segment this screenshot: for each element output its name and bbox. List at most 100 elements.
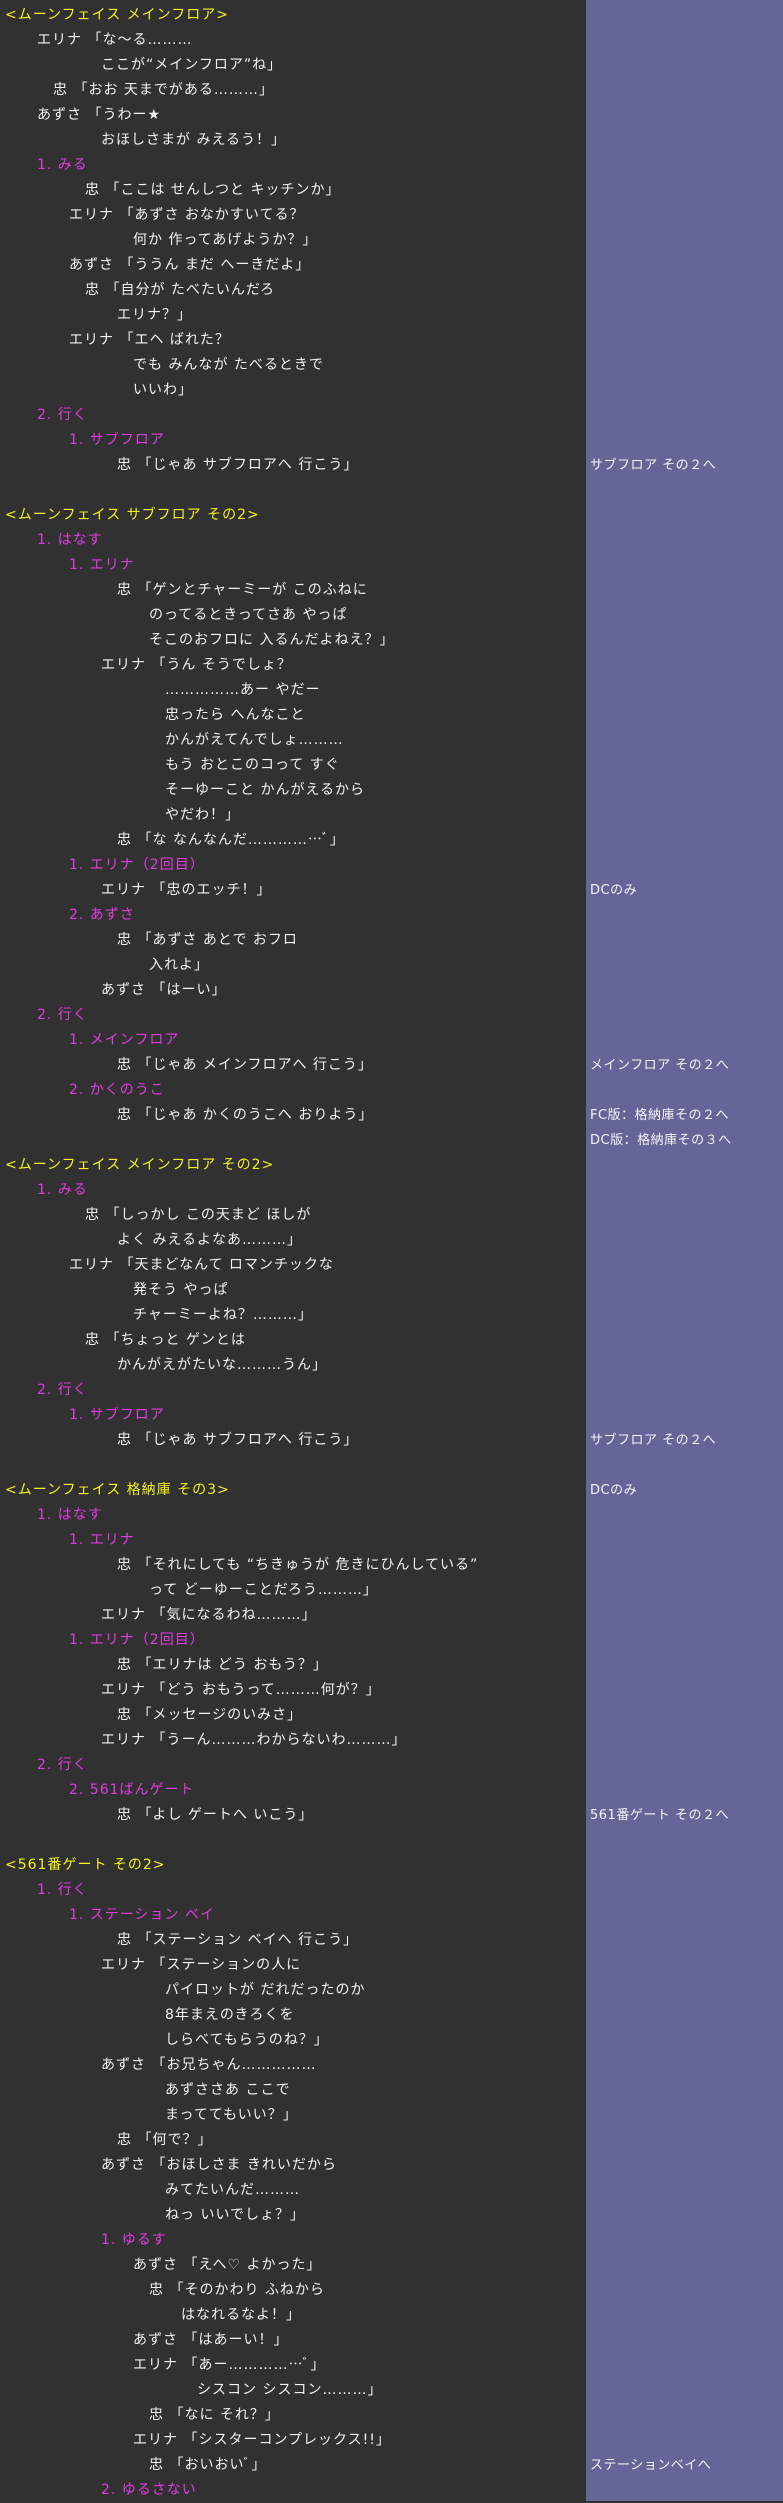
section-heading: <ムーンフェイス メインフロア その2> xyxy=(5,1157,275,1173)
dialogue-line: 忠 「おお 天までがある………」 xyxy=(53,82,274,98)
dialogue-line: エリナ 「忠のエッチ！」 xyxy=(101,882,272,898)
dialogue-line: のってるときってさあ やっぱ xyxy=(149,607,348,623)
dialogue-line: 忠 「あずさ あとで おフロ xyxy=(117,932,298,948)
choice-item: 1. みる xyxy=(37,157,88,173)
dialogue-line: 忠 「よし ゲートへ いこう」 xyxy=(117,1807,314,1823)
dialogue-line: エリナ？」 xyxy=(117,307,192,323)
dialogue-line: エリナ 「うーん………わからないわ………」 xyxy=(101,1732,407,1748)
dialogue-line: はなれるなよ！」 xyxy=(181,2307,301,2323)
dialogue-line: エリナ 「天まどなんて ロマンチックな xyxy=(69,1257,334,1273)
dialogue-line: パイロットが だれだったのか xyxy=(165,1982,366,1998)
dialogue-line: かんがえがたいな………うん」 xyxy=(117,1357,327,1373)
dialogue-line: 忠ったら へんなこと xyxy=(165,707,306,723)
choice-item: 1. メインフロア xyxy=(69,1032,180,1048)
side-note: DC版：格納庫その３へ xyxy=(590,1133,732,1148)
dialogue-line: 発そう やっぱ xyxy=(133,1282,229,1298)
dialogue-line: チャーミーよね？………」 xyxy=(133,1307,313,1323)
dialogue-line: シスコン シスコン………」 xyxy=(197,2382,383,2398)
choice-item: 1. エリナ xyxy=(69,557,135,573)
dialogue-line: 忠 「エリナは どう おもう？」 xyxy=(117,1657,328,1673)
dialogue-line: エリナ 「どう おもうって………何が？」 xyxy=(101,1682,381,1698)
dialogue-line: 忠 「おいおいﾞ」 xyxy=(149,2457,267,2473)
section-heading: <ムーンフェイス サブフロア その2> xyxy=(5,507,260,523)
script-document: <ムーンフェイス メインフロア> エリナ 「な～る……… ここが“メインフロア”ね」… xyxy=(0,0,783,2501)
dialogue-line: 何か 作ってあげようか？」 xyxy=(133,232,318,248)
dialogue-line: ……………あー やだー xyxy=(165,682,321,698)
dialogue-line: 忠 「自分が たべたいんだろ xyxy=(85,282,276,298)
choice-item: 2. 行く xyxy=(37,407,88,423)
side-note: DCのみ xyxy=(590,883,638,898)
choice-item: 1. エリナ（2回目） xyxy=(69,857,205,873)
choice-item: 1. サブフロア xyxy=(69,432,165,448)
dialogue-line: まっててもいい？」 xyxy=(165,2107,298,2123)
dialogue-line: あずささあ ここで xyxy=(165,2082,291,2098)
side-note: 561番ゲート その２へ xyxy=(590,1808,729,1823)
dialogue-line: 忠 「そのかわり ふねから xyxy=(149,2282,325,2298)
dialogue-line: エリナ 「気になるわね………」 xyxy=(101,1607,317,1623)
dialogue-line: しらべてもらうのね？」 xyxy=(165,2032,329,2048)
dialogue-line: そーゆーこと かんがえるから xyxy=(165,782,366,798)
choice-item: 2. 行く xyxy=(37,1757,88,1773)
dialogue-line: おほしさまが みえるう！」 xyxy=(101,132,287,148)
dialogue-line: かんがえてんでしょ……… xyxy=(165,732,344,748)
dialogue-line: あずさ 「えへ♡ よかった」 xyxy=(133,2257,322,2273)
notes-column xyxy=(586,0,783,2501)
dialogue-line: あずさ 「うわー★ xyxy=(37,107,162,123)
dialogue-line: 忠 「メッセージのいみさ」 xyxy=(117,1707,303,1723)
dialogue-line: いいわ」 xyxy=(133,382,193,398)
dialogue-line: 入れよ」 xyxy=(149,957,209,973)
dialogue-line: 忠 「それにしても “ちきゅうが 危きにひんしている” xyxy=(117,1557,479,1573)
dialogue-line: エリナ 「うん そうでしょ？ xyxy=(101,657,292,673)
choice-item: 1. サブフロア xyxy=(69,1407,165,1423)
dialogue-line: 忠 「しっかし この天まど ほしが xyxy=(85,1207,312,1223)
dialogue-line: 忠 「じゃあ サブフロアへ 行こう」 xyxy=(117,457,359,473)
section-heading: <ムーンフェイス 格納庫 その3> xyxy=(5,1482,230,1498)
side-note: サブフロア その２へ xyxy=(590,1433,717,1448)
choice-item: 1. ゆるす xyxy=(101,2232,167,2248)
choice-item: 1. エリナ（2回目） xyxy=(69,1632,205,1648)
section-heading: <561番ゲート その2> xyxy=(5,1857,166,1873)
dialogue-line: あずさ 「はーい」 xyxy=(101,982,227,998)
dialogue-line: よく みえるよなあ………」 xyxy=(117,1232,303,1248)
side-note: DCのみ xyxy=(590,1483,638,1498)
dialogue-line: ここが“メインフロア”ね」 xyxy=(101,57,283,73)
dialogue-line: 忠 「何で？」 xyxy=(117,2132,213,2148)
side-note: サブフロア その２へ xyxy=(590,458,717,473)
dialogue-line: 忠 「ちょっと ゲンとは xyxy=(85,1332,246,1348)
choice-item: 1. はなす xyxy=(37,532,103,548)
choice-item: 2. かくのうこ xyxy=(69,1082,165,1098)
dialogue-line: エリナ 「エヘ ばれた？ xyxy=(69,332,230,348)
choice-item: 1. みる xyxy=(37,1182,88,1198)
dialogue-line: エリナ 「な～る……… xyxy=(37,32,193,48)
choice-item: 2. ゆるさない xyxy=(101,2482,197,2498)
side-note: メインフロア その２へ xyxy=(590,1058,730,1073)
dialogue-line: 忠 「じゃあ サブフロアへ 行こう」 xyxy=(117,1432,359,1448)
side-note: ステーションベイへ xyxy=(590,2458,712,2473)
dialogue-line: 忠 「じゃあ かくのうこへ おりよう」 xyxy=(117,1107,374,1123)
dialogue-line: もう おとこのコって すぐ xyxy=(165,757,340,773)
dialogue-line: エリナ 「あー……………ﾞ」 xyxy=(133,2357,326,2373)
dialogue-line: 忠 「なに それ？」 xyxy=(149,2407,280,2423)
choice-item: 2. あずさ xyxy=(69,907,135,923)
dialogue-line: でも みんなが たべるときで xyxy=(133,357,324,373)
dialogue-line: エリナ 「ステーションの人に xyxy=(101,1957,302,1973)
choice-item: 2. 561ばんゲート xyxy=(69,1782,195,1798)
section-heading: <ムーンフェイス メインフロア> xyxy=(5,7,229,23)
dialogue-line: みてたいんだ……… xyxy=(165,2182,300,2198)
choice-item: 1. エリナ xyxy=(69,1532,135,1548)
dialogue-line: あずさ 「おほしさま きれいだから xyxy=(101,2157,337,2173)
dialogue-line: って どーゆーことだろう………」 xyxy=(149,1582,378,1598)
choice-item: 1. はなす xyxy=(37,1507,103,1523)
dialogue-line: 忠 「ゲンとチャーミーが このふねに xyxy=(117,582,368,598)
choice-item: 1. 行く xyxy=(37,1882,88,1898)
dialogue-line: そこのおフロに 入るんだよねえ？」 xyxy=(149,632,395,648)
dialogue-line: あずさ 「はあーい！」 xyxy=(133,2332,289,2348)
dialogue-line: 忠 「じゃあ メインフロアへ 行こう」 xyxy=(117,1057,373,1073)
dialogue-line: エリナ 「シスターコンプレックス!!」 xyxy=(133,2432,391,2448)
dialogue-line: やだわ！」 xyxy=(165,807,240,823)
dialogue-line: エリナ 「あずさ おなかすいてる？ xyxy=(69,207,305,223)
dialogue-line: 8年まえのきろくを xyxy=(165,2007,295,2023)
choice-item: 2. 行く xyxy=(37,1382,88,1398)
dialogue-line: ねっ いいでしょ？」 xyxy=(165,2207,306,2223)
dialogue-line: あずさ 「お兄ちゃん…………… xyxy=(101,2057,317,2073)
